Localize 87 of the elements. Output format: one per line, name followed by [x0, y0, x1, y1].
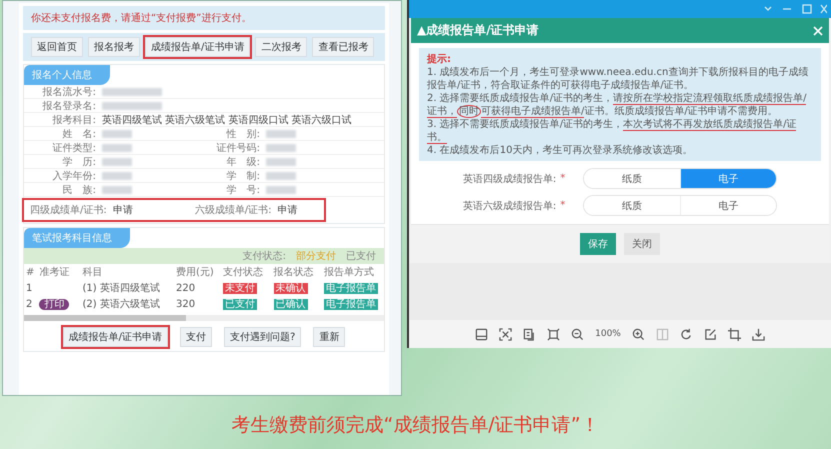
- field-label: 学 制:: [226, 170, 260, 182]
- document-icon[interactable]: [523, 328, 536, 340]
- field-label: 证件类型:: [52, 142, 96, 154]
- field-label: 学 历:: [62, 156, 96, 168]
- field-label: 姓 名:: [62, 128, 96, 140]
- action-button[interactable]: 支付遇到问题?: [224, 327, 302, 347]
- field-label: 报名登录名:: [42, 100, 96, 112]
- table-cell-text: (1) 英语四级笔试: [82, 282, 161, 295]
- status-text: 已支付: [346, 250, 376, 263]
- field-label: 证件号码:: [216, 142, 260, 154]
- edit-icon[interactable]: [704, 328, 717, 340]
- required-mark: *: [560, 173, 566, 184]
- status-tag: 已支付: [222, 299, 257, 310]
- column-header: 科目: [82, 266, 104, 279]
- dialog-title: ▲成绩报告单/证书申请: [417, 22, 539, 39]
- field-label: 四级成绩单/证书:: [30, 204, 107, 217]
- blurred-value: [102, 144, 132, 152]
- column-header: #: [25, 266, 36, 278]
- blurred-value: [102, 186, 132, 194]
- hint-title: 提示:: [427, 52, 452, 66]
- field-label: 报名流水号:: [42, 86, 96, 98]
- required-mark: *: [560, 200, 566, 211]
- caption-text: 考生缴费前须完成“成绩报告单/证书申请”！: [230, 413, 601, 438]
- payment-notice: 你还未支付报名费，请通过“支付报费”进行支付。: [23, 6, 385, 30]
- field-label: 入学年份:: [52, 170, 96, 182]
- field-value: 申请: [278, 204, 298, 217]
- blurred-value: [266, 130, 296, 138]
- blurred-value: [266, 186, 296, 194]
- nav-button[interactable]: 查看已报考: [312, 37, 374, 57]
- table-cell-text: (2) 英语六级笔试: [82, 298, 161, 311]
- option-label: 英语四级成绩报告单:: [462, 172, 556, 186]
- fit-icon[interactable]: [547, 328, 560, 340]
- scan-icon[interactable]: [499, 328, 512, 340]
- blurred-value: [266, 158, 296, 166]
- choice-button[interactable]: 电子: [680, 196, 776, 215]
- field-label: 民 族:: [62, 184, 96, 196]
- field-label: 年 级:: [226, 156, 260, 168]
- table-cell-text: 1: [25, 282, 34, 294]
- column-header: 报名状态: [272, 266, 315, 279]
- blurred-value: [102, 130, 132, 138]
- field-label: 六级成绩单/证书:: [194, 204, 272, 217]
- status-tag: 电子报告单: [324, 283, 378, 294]
- scrollbar[interactable]: [24, 315, 384, 321]
- status-tag: 电子报告单: [324, 299, 378, 310]
- rotate-icon[interactable]: [680, 328, 693, 340]
- column-header: 报告单方式: [323, 266, 376, 279]
- option-label: 英语六级成绩报告单:: [462, 200, 556, 212]
- field-value: 申请: [112, 204, 133, 217]
- action-button[interactable]: 成绩报告单/证书申请: [62, 327, 168, 347]
- field-label: 报考科目:: [52, 114, 96, 126]
- hint-text: 3. 选择不需要纸质成绩报告单/证书的考生，本次考试将不再发放纸质成绩报告单/证书。: [427, 118, 798, 144]
- field-label: 性 别:: [225, 128, 260, 140]
- blurred-value: [102, 158, 132, 166]
- nav-button[interactable]: 返回首页: [31, 37, 83, 57]
- column-header: 费用(元): [175, 266, 215, 279]
- column-header: 准考证: [38, 266, 70, 279]
- blurred-value: [102, 172, 132, 180]
- nav-button[interactable]: 报名报考: [88, 37, 140, 57]
- table-cell-text: 2: [25, 298, 34, 310]
- zoom-out-icon[interactable]: [571, 328, 584, 340]
- nav-button[interactable]: 二次报考: [255, 37, 308, 57]
- blurred-value: [266, 144, 296, 152]
- status-text: 部分支付: [296, 250, 336, 263]
- table-cell-text: 320: [175, 298, 196, 310]
- dialog-button[interactable]: 关闭: [624, 233, 660, 255]
- status-tag: 未确认: [274, 283, 308, 294]
- print-badge: 打印: [39, 299, 70, 310]
- zoom-level: 100%: [595, 329, 621, 339]
- field-label: 学 号:: [226, 184, 260, 196]
- status-text: 支付状态:: [242, 250, 286, 263]
- hint-text: 4. 在成绩发布后10天内，考生可再次登录系统修改该选项。: [427, 144, 694, 157]
- blurred-value: [266, 172, 296, 180]
- nav-button[interactable]: 成绩报告单/证书申请: [145, 37, 250, 57]
- table-cell-text: 220: [175, 282, 196, 294]
- action-button[interactable]: 重新: [313, 327, 346, 347]
- hint-text: 2. 选择需要纸质成绩报告单/证书的考生，请按所在学校指定流程领取纸质成绩报告单/证书， 同时 可获得电子成绩报告单/证书。纸质成绩报告单/证书申请不需费用。: [427, 92, 808, 118]
- download-icon[interactable]: [752, 328, 765, 340]
- image-icon[interactable]: [475, 328, 488, 340]
- status-tag: 已确认: [274, 299, 308, 310]
- field-value: 英语四级笔试 英语六级笔试 英语四级口试 英语六级口试: [102, 114, 352, 126]
- status-tag: 未支付: [222, 283, 257, 294]
- hint-text: 1. 成绩发布后一个月，考生可登录www.neea.edu.cn查询并下载所报科目的电子成绩报告单/证书，符合取证条件的可获得电子成绩报告单/证书。: [427, 66, 810, 92]
- close-icon[interactable]: [813, 26, 823, 36]
- crop-icon[interactable]: [728, 328, 741, 340]
- action-button[interactable]: 支付: [180, 327, 212, 347]
- zoom-in-icon[interactable]: [632, 328, 645, 340]
- column-header: 支付状态: [222, 266, 264, 279]
